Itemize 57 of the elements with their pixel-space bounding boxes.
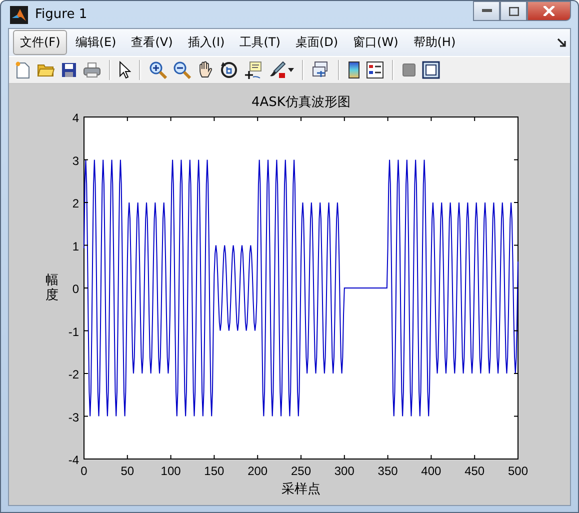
open-folder-icon[interactable] [37,62,55,78]
x-tick-label: 200 [248,464,268,478]
y-tick-label: -1 [68,324,79,339]
y-tick-label: -3 [68,410,79,424]
y-tick-label: -2 [68,368,79,382]
caret-icon[interactable] [288,68,294,72]
menu-item[interactable]: 窗口(W) [346,30,406,55]
maximize-icon [508,6,518,16]
x-tick-label: 450 [464,464,485,478]
close-icon [543,6,555,16]
window-title: Figure 1 [35,7,88,22]
menu-item[interactable]: 查看(V) [124,30,180,55]
zoom-in-icon[interactable] [149,61,167,79]
x-tick-label: 0 [80,464,88,478]
link-plot-icon[interactable] [312,61,330,79]
x-tick-label: 50 [120,464,134,478]
legend-icon[interactable] [366,61,384,79]
pointer-icon[interactable] [119,61,131,79]
new-file-icon[interactable] [15,61,31,79]
x-tick-label: 100 [160,464,181,478]
x-tick-label: 150 [204,464,224,478]
y-tick-label: 2 [72,196,79,210]
minimize-button[interactable] [473,1,500,21]
menu-item[interactable]: 帮助(H) [406,30,463,55]
y-tick-label: -4 [68,453,79,467]
rotate-icon[interactable] [220,61,238,79]
y-tick-label: 0 [72,282,79,296]
x-tick-label: 500 [508,464,528,478]
minimize-icon [482,9,492,13]
hand-icon[interactable] [197,61,214,79]
menu-item[interactable]: 工具(T) [232,30,288,55]
y-axis-label: 幅度 [46,273,58,303]
zoom-out-icon[interactable] [173,61,191,79]
brush-icon[interactable] [268,61,286,79]
window-panel-icon[interactable] [422,61,440,79]
save-icon[interactable] [61,62,77,78]
x-tick-label: 300 [334,464,354,478]
printer-icon[interactable] [83,62,101,78]
x-tick-label: 350 [378,464,398,478]
x-tick-label: 250 [290,464,312,478]
menu-item[interactable]: 桌面(D) [288,30,346,55]
y-tick-label: 3 [72,154,79,168]
maximize-button[interactable] [500,1,527,21]
x-tick-label: 400 [421,464,442,478]
y-tick-label: 4 [72,111,79,125]
dock-arrow-icon[interactable] [557,38,566,47]
close-button[interactable] [527,1,571,21]
data-cursor-icon[interactable] [244,61,262,79]
menu-item[interactable]: 编辑(E) [68,30,124,55]
chart-title: 4ASK仿真波形图 [252,95,350,110]
y-tick-label: 1 [72,239,79,254]
menu-item[interactable]: 插入(I) [180,30,232,55]
colorbar-icon[interactable] [348,61,360,79]
logo-icon [10,6,28,24]
menu-item[interactable]: 文件(F) [13,30,68,55]
square-icon[interactable] [402,63,416,77]
x-axis-label: 采样点 [282,482,320,497]
